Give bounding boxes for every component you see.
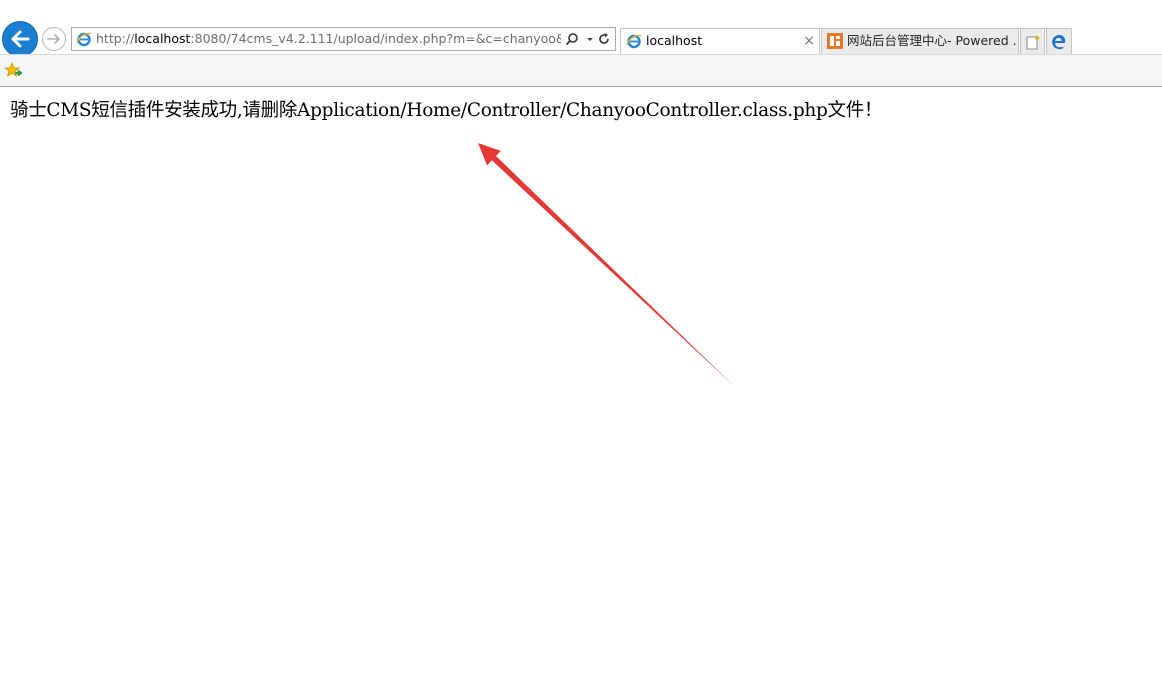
annotation-arrow (478, 143, 735, 387)
